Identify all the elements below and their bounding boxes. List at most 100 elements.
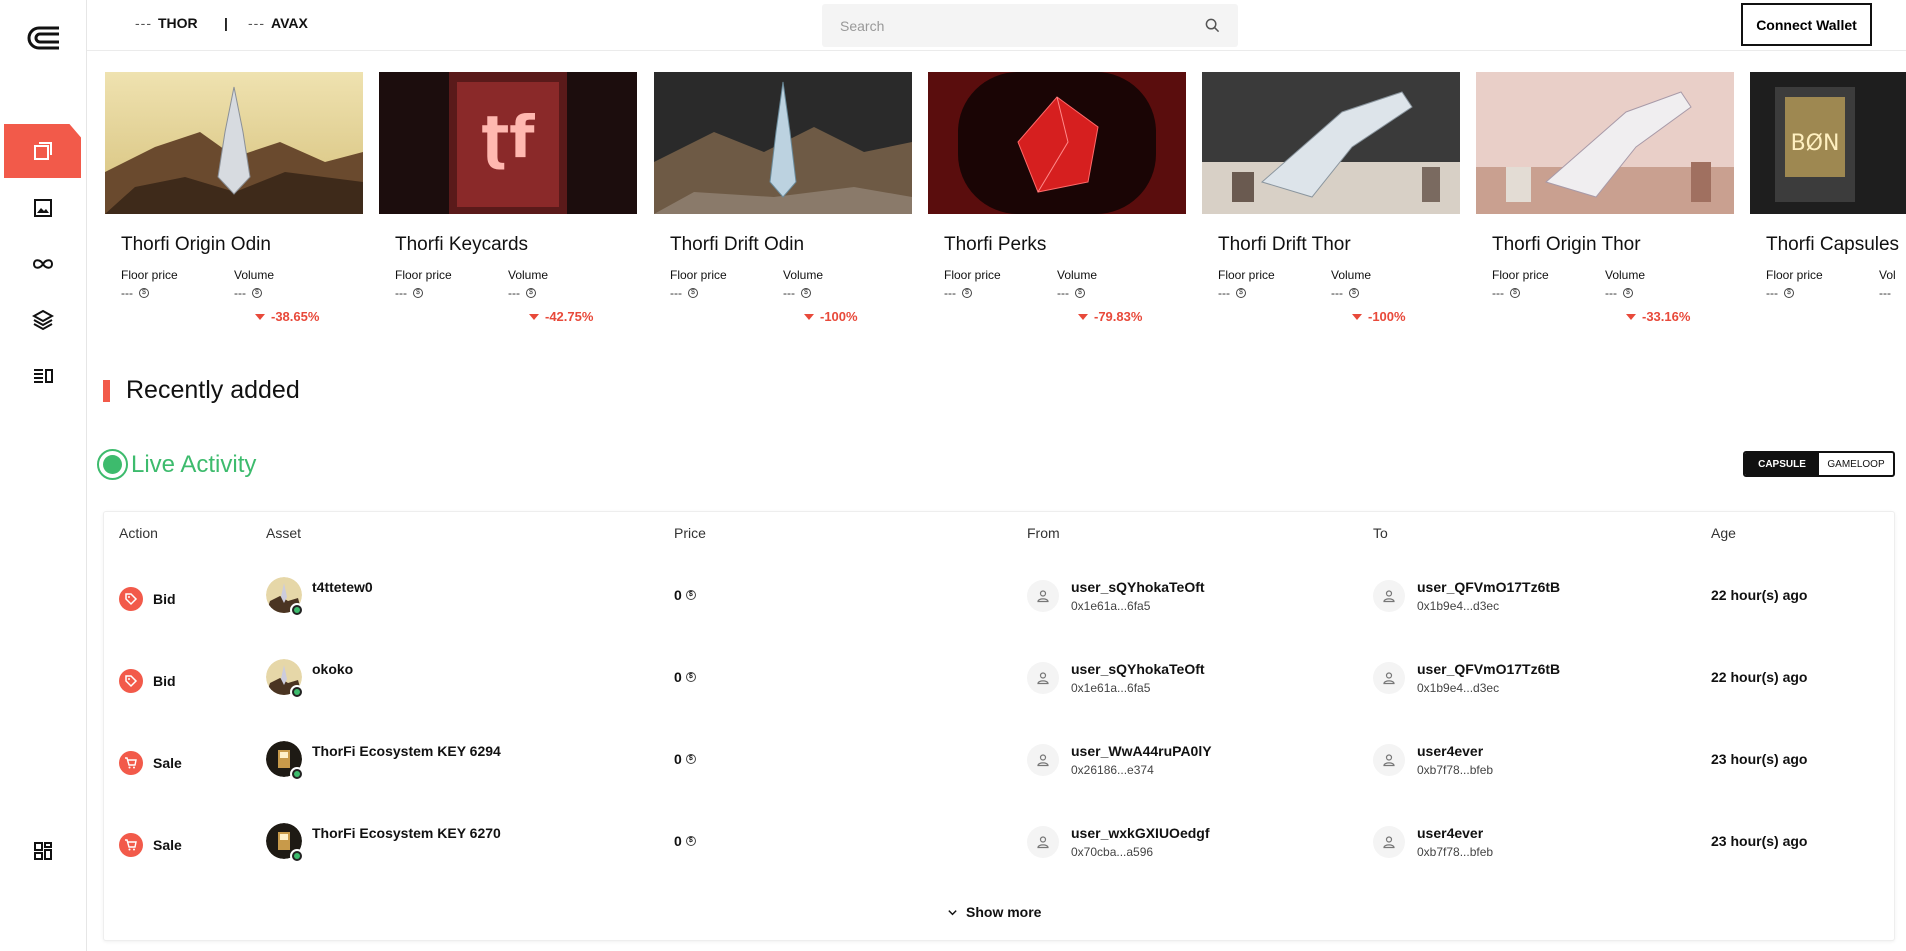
recently-added-header: Recently added bbox=[103, 376, 300, 405]
to-username[interactable]: user_QFVmO17Tz6tB bbox=[1417, 579, 1560, 595]
age-value: 22 hour(s) ago bbox=[1711, 587, 1808, 603]
from-username[interactable]: user_sQYhokaTeOft bbox=[1071, 579, 1205, 595]
asset-name[interactable]: t4ttetew0 bbox=[312, 579, 373, 595]
price-value: 0 bbox=[674, 833, 682, 849]
collection-name: Thorfi Perks bbox=[944, 234, 1047, 255]
volume-value: --- bbox=[1605, 286, 1617, 300]
toggle-capsule[interactable]: CAPSULE bbox=[1745, 453, 1819, 475]
from-address: 0x70cba...a596 bbox=[1071, 845, 1154, 859]
volume-change: -33.16% bbox=[1642, 309, 1691, 324]
column-header-action: Action bbox=[119, 525, 158, 541]
table-row[interactable]: Sale ThorFi Ecosystem KEY 6270 0 $ user_w… bbox=[104, 823, 1894, 915]
collection-name: Thorfi Drift Odin bbox=[670, 234, 805, 255]
action-cell: Bid bbox=[119, 669, 176, 693]
sidebar-item-dashboard[interactable] bbox=[4, 824, 81, 878]
volume-change: -100% bbox=[820, 309, 858, 324]
asset-avatar bbox=[266, 741, 304, 781]
to-username[interactable]: user4ever bbox=[1417, 743, 1493, 759]
price-value: 0 bbox=[674, 669, 682, 685]
to-cell[interactable]: user4ever 0xb7f78...bfeb bbox=[1373, 743, 1493, 777]
age-value: 22 hour(s) ago bbox=[1711, 669, 1808, 685]
down-arrow-icon bbox=[1078, 313, 1088, 320]
asset-cell[interactable]: okoko bbox=[266, 659, 353, 699]
from-cell[interactable]: user_wxkGXIUOedgf 0x70cba...a596 bbox=[1027, 825, 1210, 859]
collection-card[interactable]: Thorfi Origin Odin Floor price --- $ Volum… bbox=[105, 72, 363, 324]
to-cell[interactable]: user4ever 0xb7f78...bfeb bbox=[1373, 825, 1493, 859]
toggle-gameloop[interactable]: GAMELOOP bbox=[1819, 453, 1893, 475]
activity-table: Action Asset Price From To Age Bid t4tte… bbox=[103, 511, 1895, 941]
floor-price-value: --- bbox=[1218, 286, 1230, 300]
to-cell[interactable]: user_QFVmO17Tz6tB 0x1b9e4...d3ec bbox=[1373, 661, 1560, 695]
search-icon[interactable] bbox=[1205, 18, 1220, 33]
live-indicator-icon bbox=[97, 449, 128, 480]
collection-name: Thorfi Origin Thor bbox=[1492, 234, 1641, 255]
collection-card[interactable]: Thorfi Origin Thor Floor price --- $ Volum… bbox=[1476, 72, 1734, 324]
collection-card[interactable]: ʈf Thorfi Keycards Floor price --- $ Volum… bbox=[379, 72, 637, 324]
age-value: 23 hour(s) ago bbox=[1711, 833, 1808, 849]
from-username[interactable]: user_wxkGXIUOedgf bbox=[1071, 825, 1210, 841]
sidebar-item-layers[interactable] bbox=[4, 293, 81, 347]
collection-name: Thorfi Origin Odin bbox=[121, 234, 271, 255]
asset-avatar bbox=[266, 577, 304, 617]
coin-icon: $ bbox=[139, 288, 149, 298]
ticker-thor-value: --- bbox=[135, 15, 152, 31]
sidebar-item-collections[interactable] bbox=[4, 124, 81, 178]
asset-cell[interactable]: t4ttetew0 bbox=[266, 577, 373, 617]
collection-name: Thorfi Drift Thor bbox=[1218, 234, 1351, 255]
table-row[interactable]: Sale ThorFi Ecosystem KEY 6294 0 $ user_W… bbox=[104, 741, 1894, 833]
collection-card[interactable]: Thorfi Drift Thor Floor price --- $ Volume… bbox=[1202, 72, 1460, 324]
to-username[interactable]: user_QFVmO17Tz6tB bbox=[1417, 661, 1560, 677]
column-header-from: From bbox=[1027, 525, 1060, 541]
sidebar-item-gameloop[interactable] bbox=[4, 237, 81, 291]
volume-value: --- bbox=[508, 286, 520, 300]
from-username[interactable]: user_sQYhokaTeOft bbox=[1071, 661, 1205, 677]
to-username[interactable]: user4ever bbox=[1417, 825, 1493, 841]
to-cell[interactable]: user_QFVmO17Tz6tB 0x1b9e4...d3ec bbox=[1373, 579, 1560, 613]
collections-carousel[interactable]: Thorfi Origin Odin Floor price --- $ Volum… bbox=[105, 72, 1906, 332]
live-activity-header: Live Activity bbox=[97, 449, 256, 480]
from-cell[interactable]: user_sQYhokaTeOft 0x1e61a...6fa5 bbox=[1027, 661, 1205, 695]
price-cell: 0 $ bbox=[674, 669, 696, 685]
floor-price-label: Floor price bbox=[944, 268, 1001, 282]
coin-icon: $ bbox=[685, 754, 696, 764]
show-more-button[interactable]: Show more bbox=[947, 904, 1041, 920]
collection-card[interactable]: Thorfi Drift Odin Floor price --- $ Volume… bbox=[654, 72, 912, 324]
sidebar-item-images[interactable] bbox=[4, 181, 81, 235]
collection-card[interactable]: Thorfi Perks Floor price --- $ Volume --- $ … bbox=[928, 72, 1186, 324]
collection-thumbnail bbox=[1202, 72, 1460, 214]
search-input[interactable] bbox=[840, 17, 1205, 34]
price-value: 0 bbox=[674, 587, 682, 603]
asset-name[interactable]: okoko bbox=[312, 661, 353, 677]
ticker-thor: --- THOR bbox=[135, 15, 198, 31]
from-username[interactable]: user_WwA44ruPA0lY bbox=[1071, 743, 1212, 759]
connect-wallet-button[interactable]: Connect Wallet bbox=[1741, 3, 1872, 46]
coin-icon: $ bbox=[685, 836, 696, 846]
from-cell[interactable]: user_WwA44ruPA0lY 0x26186...e374 bbox=[1027, 743, 1212, 777]
coin-icon: $ bbox=[685, 590, 696, 600]
user-icon bbox=[1027, 826, 1059, 858]
floor-price-label: Floor price bbox=[121, 268, 178, 282]
asset-avatar bbox=[266, 823, 304, 863]
table-row[interactable]: Bid okoko 0 $ user_sQYhokaTeOft 0x1e61a...… bbox=[104, 659, 1894, 751]
coin-icon: $ bbox=[1623, 288, 1633, 298]
asset-cell[interactable]: ThorFi Ecosystem KEY 6270 bbox=[266, 823, 501, 863]
logo[interactable] bbox=[25, 24, 61, 52]
volume-value: --- bbox=[234, 286, 246, 300]
asset-name[interactable]: ThorFi Ecosystem KEY 6270 bbox=[312, 825, 501, 841]
infinity-icon bbox=[32, 259, 53, 269]
volume-value: --- bbox=[783, 286, 795, 300]
coin-icon: $ bbox=[1075, 288, 1085, 298]
asset-cell[interactable]: ThorFi Ecosystem KEY 6294 bbox=[266, 741, 501, 781]
down-arrow-icon bbox=[529, 313, 539, 320]
volume-change: -42.75% bbox=[545, 309, 594, 324]
collection-card[interactable]: BØN Thorfi Capsules Floor price --- $ Vol -… bbox=[1750, 72, 1906, 300]
sidebar-item-list[interactable] bbox=[4, 349, 81, 403]
activity-type-toggle[interactable]: CAPSULE GAMELOOP bbox=[1743, 451, 1895, 477]
floor-price-label: Floor price bbox=[395, 268, 452, 282]
table-row[interactable]: Bid t4ttetew0 0 $ user_sQYhokaTeOft 0x1e61… bbox=[104, 577, 1894, 669]
from-cell[interactable]: user_sQYhokaTeOft 0x1e61a...6fa5 bbox=[1027, 579, 1205, 613]
price-cell: 0 $ bbox=[674, 751, 696, 767]
asset-name[interactable]: ThorFi Ecosystem KEY 6294 bbox=[312, 743, 501, 759]
show-more-label: Show more bbox=[966, 904, 1042, 920]
cart-icon bbox=[119, 833, 143, 857]
